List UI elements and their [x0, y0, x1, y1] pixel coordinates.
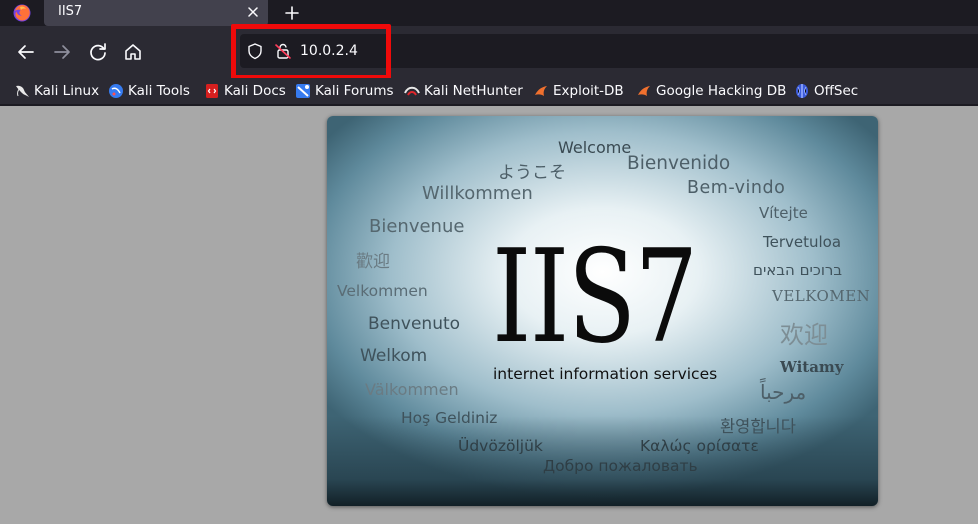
welcome-word: Добро пожаловать — [543, 457, 698, 475]
bookmark-label: Kali Tools — [128, 83, 190, 99]
firefox-icon[interactable] — [12, 3, 32, 23]
home-icon[interactable] — [120, 39, 146, 65]
welcome-word: 欢迎 — [780, 321, 828, 349]
bookmark-kali-nethunter[interactable]: Kali NetHunter — [404, 81, 523, 101]
iis7-logo: IIS7 — [492, 223, 698, 372]
bookmark-label: Kali Docs — [224, 83, 286, 99]
welcome-word: Welkom — [360, 346, 428, 366]
bookmark-label: Google Hacking DB — [656, 83, 787, 99]
welcome-word: Καλώς ορίσατε — [640, 437, 759, 455]
welcome-word: Benvenuto — [368, 314, 461, 334]
bookmark-label: Kali NetHunter — [424, 83, 523, 99]
tab-title: IIS7 — [58, 4, 83, 19]
welcome-word: Bienvenue — [369, 216, 465, 237]
kali-tools-icon — [109, 84, 123, 98]
iis7-welcome-image: Welcome ようこそ Bienvenido Willkommen Bem-v… — [327, 116, 878, 506]
url-highlight-box — [231, 24, 391, 80]
exploit-db-icon — [535, 86, 547, 96]
bookmark-offsec[interactable]: OffSec — [794, 81, 858, 101]
bookmark-kali-forums[interactable]: Kali Forums — [295, 81, 394, 101]
ghdb-icon — [638, 86, 650, 96]
welcome-word: Vítejte — [759, 204, 808, 222]
welcome-word: 환영합니다 — [720, 417, 796, 436]
welcome-word: Bem-vindo — [687, 178, 786, 198]
welcome-word: VELKOMEN — [772, 287, 871, 305]
reload-icon[interactable] — [85, 39, 111, 65]
welcome-word: Üdvözöljük — [458, 437, 543, 455]
welcome-word: Hoş Geldiniz — [401, 409, 498, 427]
welcome-word: Tervetuloa — [763, 233, 842, 251]
welcome-word: مرحباً — [760, 380, 807, 404]
iis7-subtitle: internet information services — [493, 365, 718, 383]
welcome-word: ברוכים הבאים — [753, 261, 843, 279]
forward-icon[interactable] — [49, 39, 75, 65]
kali-dragon-icon — [16, 85, 29, 97]
bookmark-label: Kali Linux — [34, 83, 100, 99]
bookmark-kali-linux[interactable]: Kali Linux — [14, 81, 99, 101]
back-icon[interactable] — [13, 39, 39, 65]
nethunter-icon — [404, 86, 420, 96]
welcome-word: Velkommen — [337, 282, 428, 300]
welcome-word: 歡迎 — [356, 252, 390, 272]
navigation-toolbar — [0, 26, 978, 78]
bookmark-label: Exploit-DB — [553, 83, 624, 99]
welcome-word: Witamy — [780, 358, 844, 376]
kali-docs-icon — [206, 84, 218, 98]
page-content: Welcome ようこそ Bienvenido Willkommen Bem-v… — [0, 106, 978, 524]
bookmark-kali-docs[interactable]: Kali Docs — [204, 81, 286, 101]
welcome-word: ようこそ — [498, 163, 566, 183]
bookmark-label: OffSec — [814, 83, 859, 99]
welcome-word: Welcome — [558, 138, 632, 157]
tab-iis7[interactable]: IIS7 — [44, 0, 268, 26]
bookmarks-toolbar: Kali Linux Kali Tools Kali Docs Kali For… — [0, 78, 978, 104]
tab-strip: IIS7 — [0, 0, 978, 26]
welcome-word: Bienvenido — [627, 153, 731, 174]
close-icon[interactable] — [244, 3, 262, 21]
new-tab-icon[interactable] — [282, 3, 302, 23]
bookmark-google-hacking-db[interactable]: Google Hacking DB — [636, 81, 786, 101]
kali-forums-icon — [296, 84, 310, 98]
welcome-word: Willkommen — [422, 183, 533, 204]
offsec-icon — [796, 84, 808, 98]
bookmark-kali-tools[interactable]: Kali Tools — [108, 81, 190, 101]
bookmark-label: Kali Forums — [315, 83, 394, 99]
bookmark-exploit-db[interactable]: Exploit-DB — [533, 81, 624, 101]
welcome-word: Välkommen — [365, 380, 459, 399]
